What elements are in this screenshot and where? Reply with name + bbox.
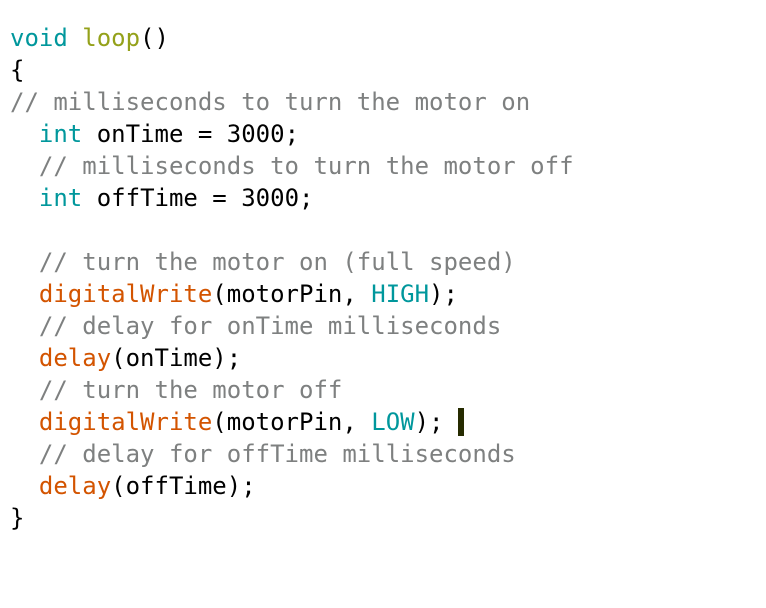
code-token-comment: // turn the motor on (full speed) bbox=[38, 248, 516, 276]
line-int-offtime[interactable]: int offTime = 3000; bbox=[0, 182, 766, 214]
code-token-keyword: int bbox=[38, 120, 83, 148]
code-token-comment: // milliseconds to turn the motor off bbox=[38, 152, 574, 180]
line-open-brace[interactable]: { bbox=[0, 54, 766, 86]
code-token-plain: ; bbox=[284, 120, 300, 148]
code-token-comment: // milliseconds to turn the motor on bbox=[10, 88, 531, 116]
line-comment-turn-on[interactable]: // turn the motor on (full speed) bbox=[0, 246, 766, 278]
line-blank[interactable] bbox=[0, 214, 766, 246]
line-comment-delay-offtime[interactable]: // delay for offTime milliseconds bbox=[0, 438, 766, 470]
code-token-ident: loop bbox=[82, 24, 141, 52]
line-digitalwrite-low[interactable]: digitalWrite(motorPin, LOW); bbox=[0, 406, 766, 438]
line-comment-offtime[interactable]: // milliseconds to turn the motor off bbox=[0, 150, 766, 182]
code-token-keyword: int bbox=[38, 184, 83, 212]
code-token-number: 3000 bbox=[241, 184, 300, 212]
code-token-plain: ; bbox=[299, 184, 314, 212]
code-token-comment: // delay for onTime milliseconds bbox=[38, 312, 502, 340]
code-token-keyword: HIGH bbox=[371, 280, 430, 308]
code-token-keyword: void bbox=[10, 24, 68, 52]
code-token-plain: } bbox=[10, 504, 25, 532]
code-token-comment: // turn the motor off bbox=[38, 376, 343, 404]
line-digitalwrite-high[interactable]: digitalWrite(motorPin, HIGH); bbox=[0, 278, 766, 310]
line-delay-ontime[interactable]: delay(onTime); bbox=[0, 342, 766, 374]
code-token-function: digitalWrite bbox=[38, 280, 213, 308]
line-comment-turn-off[interactable]: // turn the motor off bbox=[0, 374, 766, 406]
code-editor[interactable]: void loop(){// milliseconds to turn the … bbox=[0, 22, 766, 608]
code-token-plain: offTime = bbox=[82, 184, 242, 212]
code-token-comment: // delay for offTime milliseconds bbox=[38, 440, 516, 468]
code-token-number: 3000 bbox=[226, 120, 285, 148]
code-token-keyword: LOW bbox=[371, 408, 415, 436]
line-comment-delay-ontime[interactable]: // delay for onTime milliseconds bbox=[0, 310, 766, 342]
line-void-loop[interactable]: void loop() bbox=[0, 22, 766, 54]
code-token-plain: { bbox=[10, 56, 25, 84]
line-delay-offtime[interactable]: delay(offTime); bbox=[0, 470, 766, 502]
text-cursor bbox=[457, 408, 464, 436]
code-token-function: digitalWrite bbox=[38, 408, 213, 436]
code-token-plain: onTime = bbox=[82, 120, 227, 148]
line-int-ontime[interactable]: int onTime = 3000; bbox=[0, 118, 766, 150]
code-token-plain: (onTime); bbox=[111, 344, 242, 372]
code-token-plain: (offTime); bbox=[111, 472, 256, 500]
code-lines-container[interactable]: void loop(){// milliseconds to turn the … bbox=[0, 22, 766, 534]
code-token-plain: () bbox=[140, 24, 169, 52]
code-token-function: delay bbox=[38, 472, 112, 500]
code-token-plain: ); bbox=[414, 408, 444, 436]
line-close-brace[interactable]: } bbox=[0, 502, 766, 534]
code-token-function: delay bbox=[38, 344, 112, 372]
code-token-plain: (motorPin, bbox=[212, 280, 372, 308]
code-token-plain: (motorPin, bbox=[212, 408, 372, 436]
line-comment-ontime[interactable]: // milliseconds to turn the motor on bbox=[0, 86, 766, 118]
code-token-plain: ); bbox=[429, 280, 458, 308]
